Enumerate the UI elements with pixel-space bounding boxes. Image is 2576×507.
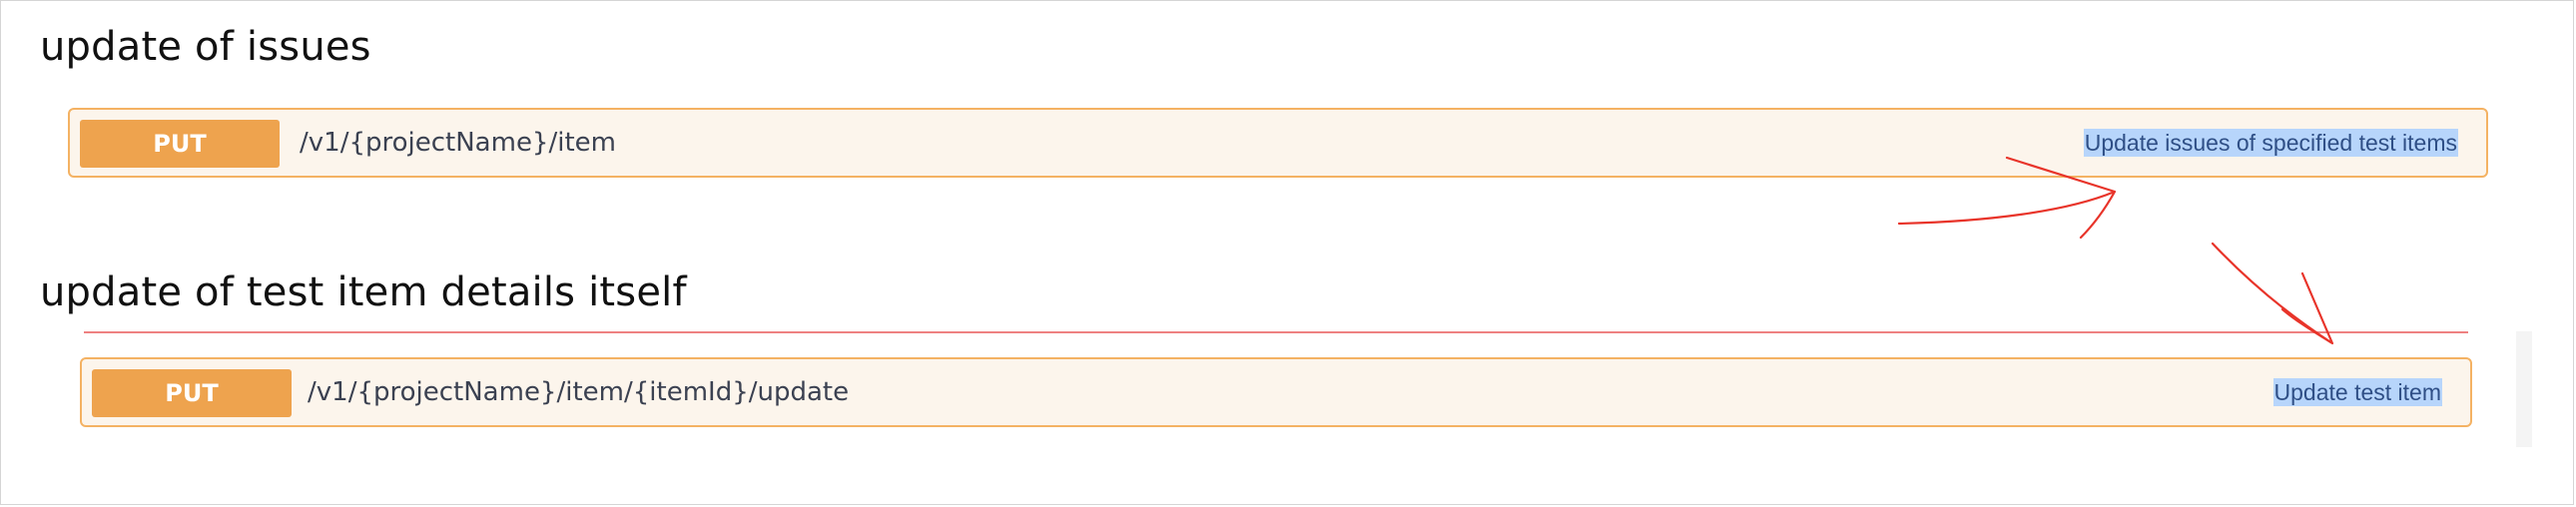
operation-summary-text: Update issues of specified test items	[2083, 129, 2458, 157]
operation-path[interactable]: /v1/{projectName}/item/{itemId}/update	[308, 359, 849, 425]
put-method-badge[interactable]: PUT	[80, 120, 280, 168]
operation-block-put-item-update[interactable]: PUT /v1/{projectName}/item/{itemId}/upda…	[80, 357, 2472, 427]
section-title-update-of-issues: update of issues	[40, 24, 371, 70]
section-title-update-of-test-item-details: update of test item details itself	[40, 269, 687, 315]
operation-summary: Update issues of specified test items	[2083, 110, 2458, 176]
scrollbar-track[interactable]	[2516, 331, 2532, 447]
section-divider	[84, 331, 2468, 333]
operation-block-put-item[interactable]: PUT /v1/{projectName}/item Update issues…	[68, 108, 2488, 178]
put-method-badge[interactable]: PUT	[92, 369, 292, 417]
operation-path[interactable]: /v1/{projectName}/item	[300, 110, 616, 176]
screenshot-frame	[0, 0, 2574, 505]
operation-summary: Update test item	[2272, 359, 2442, 425]
operation-summary-text: Update test item	[2272, 378, 2442, 406]
